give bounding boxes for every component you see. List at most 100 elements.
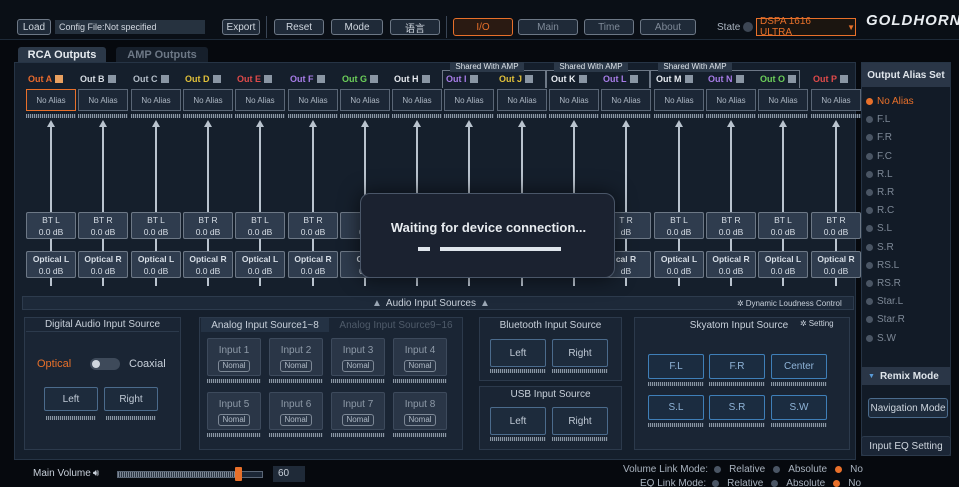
optical-source-box[interactable]: Optical L 0.0 dB (654, 251, 704, 278)
navigation-mode-button[interactable]: Navigation Mode (868, 398, 948, 418)
analog-input-button[interactable]: Input 8 Nomal (393, 392, 447, 430)
alias-option[interactable]: R.C (866, 205, 894, 216)
output-mute-icon[interactable] (840, 75, 848, 83)
output-mute-icon[interactable] (629, 75, 638, 83)
optical-source-box[interactable]: Optical R 0.0 dB (78, 251, 128, 278)
analog-input-button[interactable]: Input 5 Nomal (207, 392, 261, 430)
output-mute-icon[interactable] (469, 75, 478, 83)
skyatom-channel-button[interactable]: F.L (648, 354, 704, 379)
output-alias-box[interactable]: No Alias (758, 89, 808, 111)
output-alias-box[interactable]: No Alias (288, 89, 338, 111)
bt-source-box[interactable]: BT R 0.0 dB (183, 212, 233, 239)
output-alias-box[interactable]: No Alias (811, 89, 861, 111)
output-alias-box[interactable]: No Alias (340, 89, 390, 111)
output-alias-box[interactable]: No Alias (131, 89, 181, 111)
output-alias-box[interactable]: No Alias (235, 89, 285, 111)
absolute-radio[interactable] (771, 479, 779, 487)
alias-option[interactable]: No Alias (866, 96, 914, 107)
tab-time[interactable]: Time (584, 19, 634, 35)
alias-option[interactable]: F.R (866, 132, 892, 143)
output-header[interactable]: Out E (237, 74, 272, 84)
output-mute-icon[interactable] (684, 75, 693, 83)
output-mute-icon[interactable] (578, 75, 587, 83)
output-alias-box[interactable]: No Alias (444, 89, 494, 111)
tab-rca-outputs[interactable]: RCA Outputs (18, 47, 106, 63)
output-header[interactable]: Out J (499, 74, 534, 84)
output-alias-box[interactable]: No Alias (26, 89, 76, 111)
bt-source-box[interactable]: BT L 0.0 dB (758, 212, 808, 239)
absolute-radio[interactable] (773, 466, 781, 473)
output-mute-icon[interactable] (160, 75, 169, 83)
tab-about[interactable]: About (640, 19, 696, 35)
output-header[interactable]: Out P (813, 74, 848, 84)
output-mute-icon[interactable] (788, 75, 796, 83)
language-button[interactable]: 语言 (390, 19, 440, 35)
output-header[interactable]: Out D (185, 74, 221, 84)
usb-right-button[interactable]: Right (552, 407, 608, 435)
output-alias-box[interactable]: No Alias (497, 89, 547, 111)
skyatom-channel-button[interactable]: S.L (648, 395, 704, 420)
alias-option[interactable]: F.C (866, 151, 892, 162)
output-mute-icon[interactable] (107, 75, 116, 83)
export-button[interactable]: Export (222, 19, 260, 35)
alias-option[interactable]: R.L (866, 169, 893, 180)
tab-analog-1-8[interactable]: Analog Input Source1~8 (201, 318, 329, 332)
no-radio[interactable] (835, 466, 843, 473)
digital-left-button[interactable]: Left (44, 387, 98, 411)
optical-source-box[interactable]: Optical R 0.0 dB (811, 251, 861, 278)
output-mute-icon[interactable] (525, 75, 534, 83)
alias-option[interactable]: F.L (866, 114, 890, 125)
output-header[interactable]: Out C (133, 74, 169, 84)
tab-amp-outputs[interactable]: AMP Outputs (116, 47, 208, 63)
bt-source-box[interactable]: BT R 0.0 dB (811, 212, 861, 239)
usb-left-button[interactable]: Left (490, 407, 546, 435)
alias-option[interactable]: S.R (866, 242, 894, 253)
output-header[interactable]: Out K (551, 74, 587, 84)
output-alias-box[interactable]: No Alias (601, 89, 651, 111)
skyatom-channel-button[interactable]: F.R (709, 354, 765, 379)
output-header[interactable]: Out M (656, 74, 693, 84)
optical-source-box[interactable]: Optical R 0.0 dB (288, 251, 338, 278)
tab-analog-9-16[interactable]: Analog Input Source9~16 (331, 318, 461, 332)
bt-right-button[interactable]: Right (552, 339, 608, 367)
output-alias-box[interactable]: No Alias (392, 89, 442, 111)
bt-source-box[interactable]: BT L 0.0 dB (131, 212, 181, 239)
output-header[interactable]: Out L (603, 74, 638, 84)
reset-button[interactable]: Reset (274, 19, 324, 35)
bt-source-box[interactable]: BT L 0.0 dB (654, 212, 704, 239)
output-header[interactable]: Out G (342, 74, 378, 84)
bt-source-box[interactable]: BT L 0.0 dB (26, 212, 76, 239)
output-mute-icon[interactable] (212, 75, 221, 83)
bt-source-box[interactable]: BT R 0.0 dB (706, 212, 756, 239)
alias-option[interactable]: S.W (866, 333, 896, 344)
analog-input-button[interactable]: Input 6 Nomal (269, 392, 323, 430)
mode-button[interactable]: Mode (331, 19, 383, 35)
optical-coaxial-toggle[interactable] (90, 358, 120, 370)
output-mute-icon[interactable] (316, 75, 325, 83)
analog-input-button[interactable]: Input 2 Nomal (269, 338, 323, 376)
output-header[interactable]: Out N (708, 74, 744, 84)
optical-source-box[interactable]: Optical R 0.0 dB (183, 251, 233, 278)
output-alias-box[interactable]: No Alias (706, 89, 756, 111)
dynamic-loudness-button[interactable]: ✲ Dynamic Loudness Control (737, 296, 842, 310)
tab-io[interactable]: I/O (453, 18, 513, 36)
bt-source-box[interactable]: BT R 0.0 dB (78, 212, 128, 239)
relative-radio[interactable] (714, 466, 722, 473)
output-mute-icon[interactable] (264, 75, 272, 83)
output-header[interactable]: Out H (394, 74, 430, 84)
output-header[interactable]: Out F (290, 74, 325, 84)
output-alias-box[interactable]: No Alias (78, 89, 128, 111)
no-radio[interactable] (833, 479, 841, 487)
output-mute-icon[interactable] (55, 75, 64, 83)
optical-source-box[interactable]: Optical L 0.0 dB (26, 251, 76, 278)
tab-main[interactable]: Main (518, 19, 578, 35)
relative-radio[interactable] (712, 479, 720, 487)
output-mute-icon[interactable] (370, 75, 378, 83)
analog-input-button[interactable]: Input 3 Nomal (331, 338, 385, 376)
optical-source-box[interactable]: Optical L 0.0 dB (235, 251, 285, 278)
skyatom-setting-button[interactable]: ✲ Setting (800, 319, 834, 328)
alias-option[interactable]: RS.R (866, 278, 901, 289)
skyatom-channel-button[interactable]: Center (771, 354, 827, 379)
volume-handle[interactable] (235, 467, 242, 481)
input-eq-setting-button[interactable]: Input EQ Setting (861, 436, 951, 456)
